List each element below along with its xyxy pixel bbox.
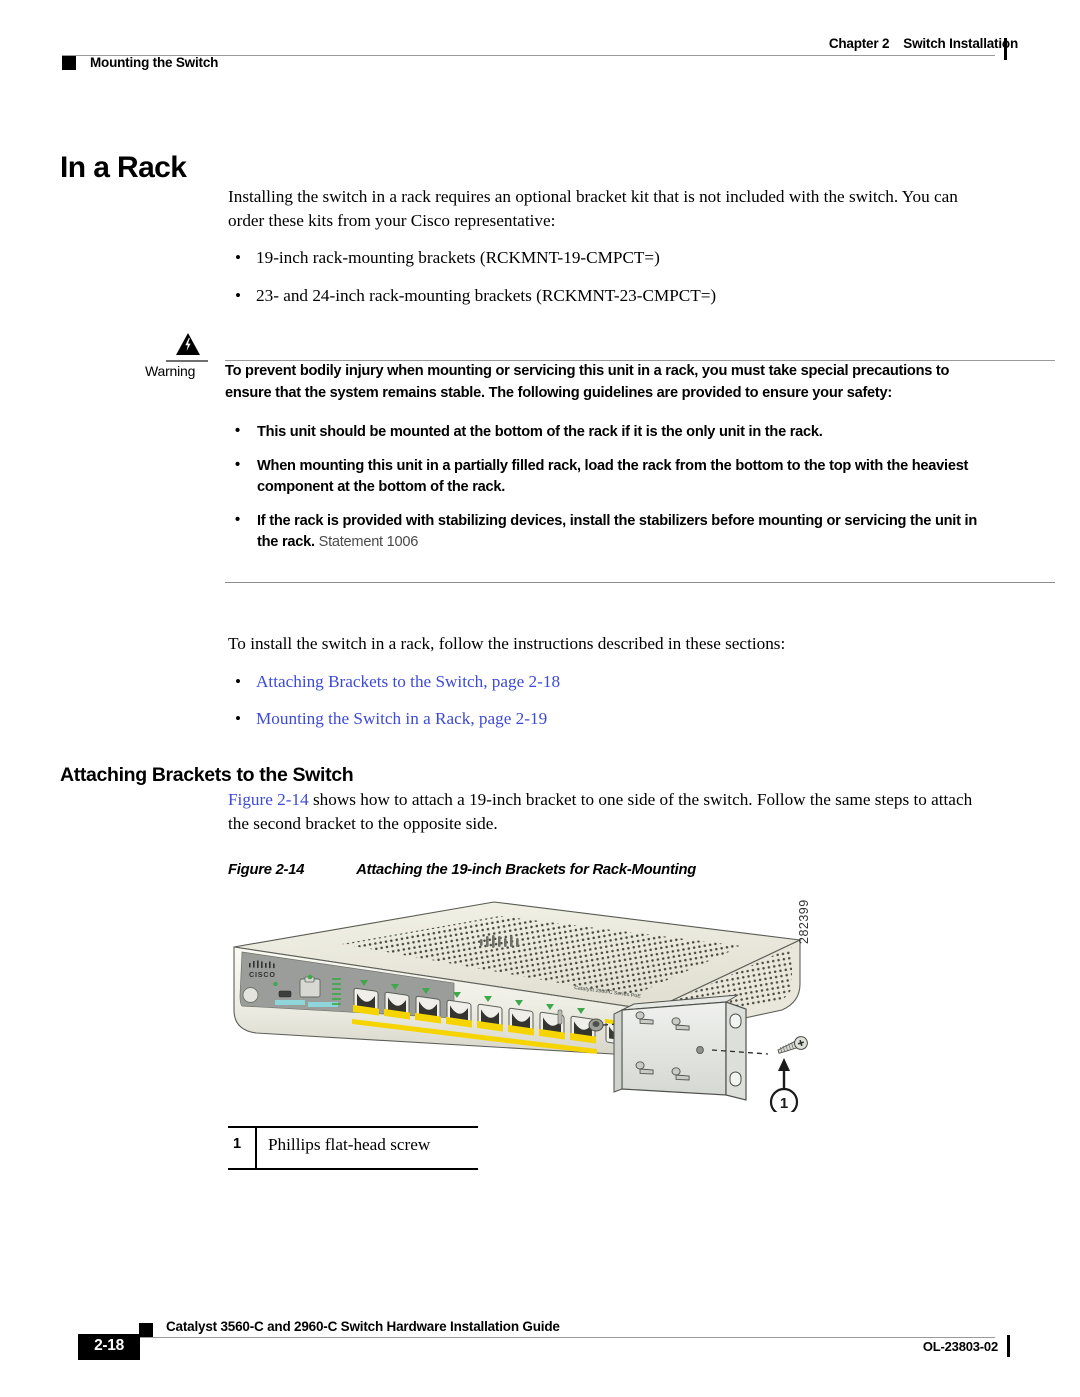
bullet-dot-icon: • — [235, 512, 240, 528]
warning-bullet-1: When mounting this unit in a partially f… — [257, 458, 969, 495]
footer-page-number: 2-18 — [94, 1337, 124, 1354]
header-bullet-square-icon — [62, 56, 76, 70]
list-item: • This unit should be mounted at the bott… — [225, 422, 995, 443]
footer-doc-id: OL-23803-02 — [922, 1339, 998, 1354]
svg-text:CISCO: CISCO — [249, 970, 276, 979]
warning-bullet-0: This unit should be mounted at the botto… — [257, 424, 823, 440]
warning-statement-number: Statement 1006 — [318, 534, 419, 550]
warning-rule-top-left — [166, 360, 208, 362]
link-mounting-switch-rack[interactable]: Mounting the Switch in a Rack, page 2-19 — [256, 709, 547, 728]
header-chapter: Chapter 2 Switch Installation — [829, 36, 1018, 51]
intro-block: Installing the switch in a rack requires… — [228, 185, 990, 307]
list-item: • 19-inch rack-mounting brackets (RCKMNT-… — [228, 246, 990, 270]
intro-paragraph: Installing the switch in a rack requires… — [228, 187, 958, 230]
warning-triangle-lightning-icon — [175, 332, 201, 357]
header-section-title: Mounting the Switch — [90, 55, 219, 70]
list-item: • When mounting this unit in a partially … — [225, 456, 995, 498]
figure-caption: Figure 2-14 Attaching the 19-inch Bracket… — [228, 862, 696, 878]
bullet-dot-icon: • — [235, 248, 242, 267]
footer-edge-tick — [1007, 1335, 1010, 1357]
list-item: • Attaching Brackets to the Switch, page … — [228, 670, 990, 694]
phillips-screw-icon — [777, 1036, 808, 1054]
figure-callout-1: 1 — [769, 1058, 799, 1117]
page-title: In a Rack — [60, 151, 187, 185]
legend-number: 1 — [233, 1136, 242, 1152]
warning-label: Warning — [145, 363, 196, 379]
switch-bracket-diagram: CISCO Catalyst 2960-C Series PoE 1 — [233, 901, 808, 1117]
intro-bullet-list: • 19-inch rack-mounting brackets (RCKMNT-… — [228, 246, 990, 307]
list-item: • If the rack is provided with stabilizin… — [225, 511, 995, 553]
page-header: Chapter 2 Switch Installation Mounting th… — [0, 0, 1080, 90]
subsection-paragraph-rest: shows how to attach a 19-inch bracket to… — [228, 790, 973, 833]
header-chapter-title: Switch Installation — [903, 36, 1018, 51]
sections-link-list: • Attaching Brackets to the Switch, page … — [228, 670, 990, 731]
warning-bullet-list: • This unit should be mounted at the bott… — [225, 422, 995, 553]
header-edge-tick — [1004, 38, 1007, 60]
legend-label: Phillips flat-head screw — [268, 1135, 431, 1154]
legend-divider — [255, 1128, 257, 1168]
warning-rule-bottom — [225, 582, 1055, 583]
subsection-heading: Attaching Brackets to the Switch — [60, 764, 354, 787]
figure-title: Attaching the 19-inch Brackets for Rack-… — [356, 862, 697, 878]
figure-art-id: 282399 — [797, 899, 811, 944]
warning-lead-text: To prevent bodily injury when mounting o… — [225, 363, 950, 401]
footer-rule — [78, 1337, 995, 1338]
bullet-dot-icon: • — [235, 709, 242, 728]
sections-intro-paragraph: To install the switch in a rack, follow … — [228, 634, 786, 653]
intro-bullet-1: 23- and 24-inch rack-mounting brackets (… — [256, 285, 717, 305]
header-chapter-number: Chapter 2 — [828, 36, 890, 51]
list-item: • 23- and 24-inch rack-mounting brackets … — [228, 284, 990, 308]
bullet-dot-icon: • — [235, 423, 240, 439]
figure-illustration: CISCO Catalyst 2960-C Series PoE 1 — [222, 892, 842, 1117]
sections-intro-block: To install the switch in a rack, follow … — [228, 632, 990, 731]
figure-number: Figure 2-14 — [228, 862, 305, 878]
footer-guide-title: Catalyst 3560-C and 2960-C Switch Hardwa… — [166, 1319, 560, 1334]
subsection-paragraph-block: Figure 2-14 shows how to attach a 19-inc… — [228, 788, 990, 835]
link-attaching-brackets[interactable]: Attaching Brackets to the Switch, page 2… — [256, 672, 560, 691]
page-footer — [0, 1300, 1080, 1380]
bullet-dot-icon: • — [235, 457, 240, 473]
legend-rule-bottom — [228, 1168, 478, 1170]
bullet-dot-icon: • — [235, 285, 242, 305]
bullet-dot-icon: • — [235, 671, 242, 691]
svg-text:1: 1 — [780, 1095, 788, 1112]
warning-body: To prevent bodily injury when mounting o… — [225, 360, 995, 553]
subsection-paragraph: Figure 2-14 shows how to attach a 19-inc… — [228, 788, 990, 835]
footer-bullet-square-icon — [139, 1323, 153, 1337]
list-item: • Mounting the Switch in a Rack, page 2-1… — [228, 707, 990, 731]
legend-rule-top — [228, 1126, 478, 1128]
intro-bullet-0: 19-inch rack-mounting brackets (RCKMNT-1… — [256, 248, 660, 267]
link-figure-2-14[interactable]: Figure 2-14 — [228, 790, 309, 809]
